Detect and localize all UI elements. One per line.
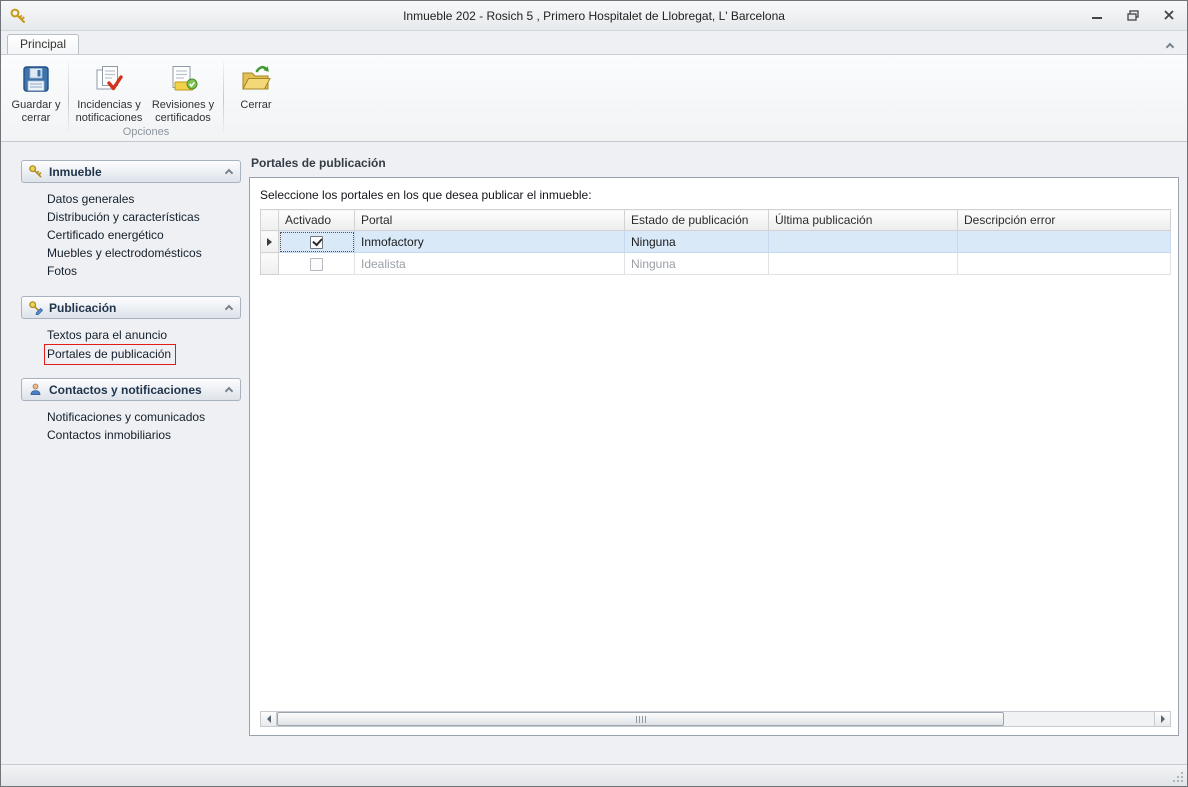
error-cell[interactable] [958,231,1171,253]
sidebar-item-fotos[interactable]: Fotos [21,262,241,280]
ribbon-collapse-button[interactable] [1159,36,1181,54]
row-indicator-cell [261,231,279,253]
ribbon-group-close: Cerrar [227,57,285,141]
ultima-cell[interactable] [769,253,958,275]
sidebar: Inmueble Datos generales Distribución y … [21,160,241,460]
clipboard-certificate-icon [167,63,199,95]
ribbon-separator [68,61,69,137]
scroll-left-arrow[interactable] [261,712,277,726]
status-bar [1,764,1187,786]
sidebar-item-datos-generales[interactable]: Datos generales [21,190,241,208]
ribbon-group-opciones: Incidencias y notificaciones Revisiones … [72,57,220,141]
sidebar-group-header-contactos[interactable]: Contactos y notificaciones [21,378,241,401]
grid-header-row: Activado Portal Estado de publicación Úl… [261,210,1171,231]
estado-cell[interactable]: Ninguna [625,253,769,275]
page-title: Portales de publicación [249,156,1179,177]
cerrar-button[interactable]: Cerrar [227,59,285,114]
save-and-close-button[interactable]: Guardar y cerrar [7,59,65,126]
revisiones-button[interactable]: Revisiones y certificados [146,59,220,126]
current-row-arrow-icon [267,238,272,246]
column-header-ultima[interactable]: Última publicación [769,210,958,231]
column-header-estado[interactable]: Estado de publicación [625,210,769,231]
content-panel: Seleccione los portales en los que desea… [249,177,1179,736]
resize-grip[interactable] [1172,771,1184,783]
table-row-inmofactory[interactable]: Inmofactory Ninguna [261,231,1171,253]
checkbox-idealista[interactable] [310,258,323,271]
ribbon-group-main: Guardar y cerrar [7,57,65,141]
portales-grid: Activado Portal Estado de publicación Úl… [260,209,1171,275]
window-title: Inmueble 202 - Rosich 5 , Primero Hospit… [1,9,1187,23]
collapse-chevron-icon [225,305,233,313]
tab-principal[interactable]: Principal [7,34,79,54]
sidebar-item-notificaciones[interactable]: Notificaciones y comunicados [21,408,241,426]
sidebar-group-title: Publicación [49,301,116,315]
ribbon: Guardar y cerrar Incidencias y not [1,54,1187,142]
selected-item-annotation: Portales de publicación [44,344,176,365]
activado-cell[interactable] [279,231,355,253]
estado-cell[interactable]: Ninguna [625,231,769,253]
scroll-right-arrow[interactable] [1154,712,1170,726]
body-area: Inmueble Datos generales Distribución y … [1,142,1187,764]
sidebar-item-certificado[interactable]: Certificado energético [21,226,241,244]
title-bar: Inmueble 202 - Rosich 5 , Primero Hospit… [1,1,1187,31]
main-content: Portales de publicación Seleccione los p… [249,156,1179,736]
key-pencil-icon [28,300,43,315]
sidebar-group-header-inmueble[interactable]: Inmueble [21,160,241,183]
sidebar-group-header-publicacion[interactable]: Publicación [21,296,241,319]
save-and-close-label: Guardar y cerrar [9,99,63,124]
checkbox-inmofactory[interactable] [310,236,323,249]
minimize-button[interactable] [1087,8,1107,24]
revisiones-label: Revisiones y certificados [148,99,218,124]
column-header-error[interactable]: Descripción error [958,210,1171,231]
sidebar-item-contactos-inmobiliarios[interactable]: Contactos inmobiliarios [21,426,241,444]
app-window: Inmueble 202 - Rosich 5 , Primero Hospit… [0,0,1188,787]
ribbon-separator [223,61,224,137]
error-cell[interactable] [958,253,1171,275]
app-key-icon [9,7,27,25]
window-controls [1087,8,1179,24]
sidebar-item-portales-publicacion[interactable]: Portales de publicación [21,344,241,362]
save-icon [20,63,52,95]
column-header-portal[interactable]: Portal [355,210,625,231]
row-indicator-cell [261,253,279,275]
collapse-chevron-icon [225,387,233,395]
row-indicator-header [261,210,279,231]
ribbon-tab-strip: Principal [1,31,1187,54]
sidebar-item-textos-anuncio[interactable]: Textos para el anuncio [21,326,241,344]
restore-button[interactable] [1123,8,1143,24]
ribbon-group-label: Opciones [72,126,220,141]
activado-cell[interactable] [279,253,355,275]
portal-cell[interactable]: Idealista [355,253,625,275]
cerrar-label: Cerrar [240,99,271,112]
incidencias-label: Incidencias y notificaciones [74,99,144,124]
clipboard-check-icon [93,63,125,95]
person-icon [28,382,43,397]
sidebar-group-title: Contactos y notificaciones [49,383,202,397]
folder-exit-icon [240,63,272,95]
triangle-right-icon [1161,715,1165,723]
sidebar-group-contactos: Contactos y notificaciones Notificacione… [21,378,241,444]
horizontal-scrollbar[interactable] [260,711,1171,727]
incidencias-button[interactable]: Incidencias y notificaciones [72,59,146,126]
sidebar-group-title: Inmueble [49,165,102,179]
close-button[interactable] [1159,8,1179,24]
table-row-idealista[interactable]: Idealista Ninguna [261,253,1171,275]
sidebar-item-distribucion[interactable]: Distribución y características [21,208,241,226]
instruction-text: Seleccione los portales en los que desea… [260,186,1171,209]
chevron-up-icon [1166,42,1174,50]
column-header-activado[interactable]: Activado [279,210,355,231]
key-icon [28,164,43,179]
portal-cell[interactable]: Inmofactory [355,231,625,253]
ultima-cell[interactable] [769,231,958,253]
scrollbar-thumb[interactable] [277,712,1004,726]
sidebar-group-inmueble: Inmueble Datos generales Distribución y … [21,160,241,280]
sidebar-group-publicacion: Publicación Textos para el anuncio Porta… [21,296,241,362]
sidebar-item-muebles[interactable]: Muebles y electrodomésticos [21,244,241,262]
triangle-left-icon [267,715,271,723]
collapse-chevron-icon [225,169,233,177]
